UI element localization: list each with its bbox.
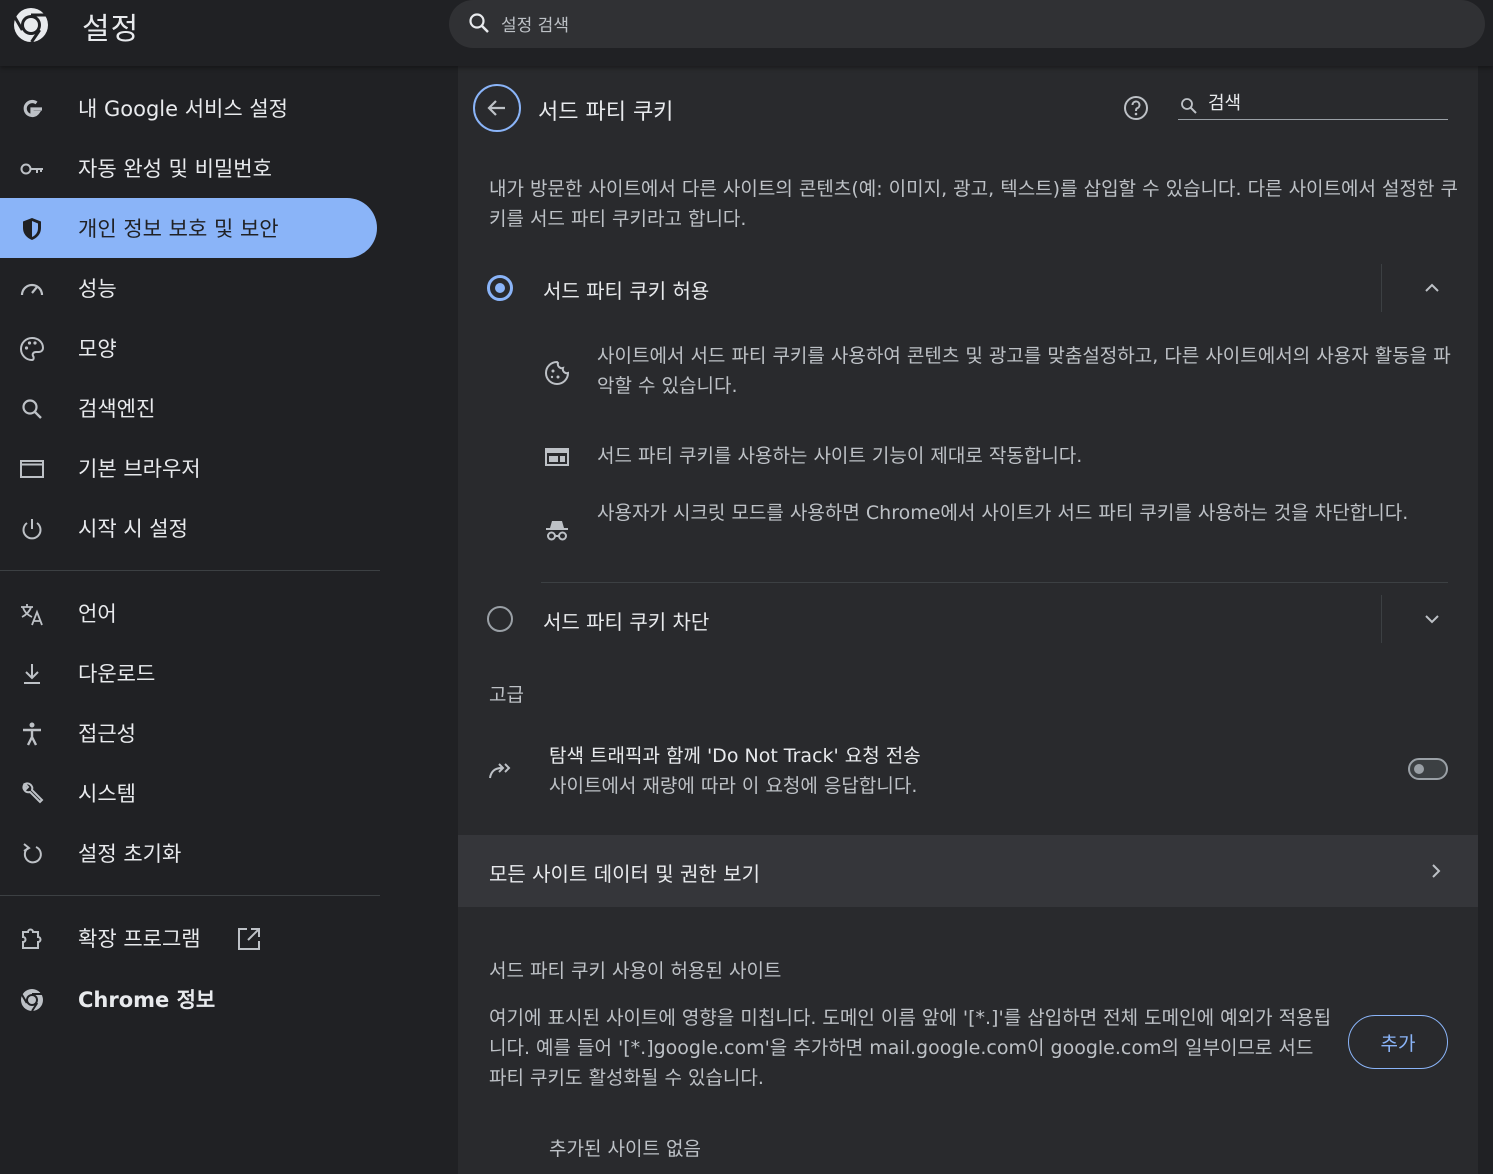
allowed-sites-heading: 서드 파티 쿠키 사용이 허용된 사이트 <box>489 960 782 982</box>
search-icon <box>469 13 489 33</box>
chrome-logo-icon <box>13 8 48 43</box>
allow-detail-text: 사이트에서 서드 파티 쿠키를 사용하여 콘텐츠 및 광고를 맞춤설정하고, 다… <box>597 345 1451 397</box>
incognito-icon <box>546 521 568 541</box>
download-icon <box>24 664 40 684</box>
sidebar-item-label: 내 Google 서비스 설정 <box>78 97 288 121</box>
sidebar-divider <box>0 895 380 896</box>
sidebar-item-accessibility[interactable]: 접근성 <box>0 703 377 763</box>
sidebar-item-google-services[interactable]: 내 Google 서비스 설정 <box>0 78 377 138</box>
sidebar-item-downloads[interactable]: 다운로드 <box>0 643 377 703</box>
wrench-icon <box>22 782 44 804</box>
subpage-search[interactable] <box>1178 86 1448 120</box>
key-icon <box>20 163 43 175</box>
palette-icon <box>20 336 45 362</box>
browser-window-icon <box>20 460 44 478</box>
power-icon <box>22 519 42 540</box>
add-site-button[interactable]: 추가 <box>1348 1015 1448 1069</box>
block-third-party-cookies-label[interactable]: 서드 파티 쿠키 차단 <box>543 606 709 635</box>
sidebar-item-label: 설정 초기화 <box>78 842 182 866</box>
cookie-icon <box>545 360 570 385</box>
sidebar-item-extensions[interactable]: 확장 프로그램 <box>0 908 377 968</box>
google-icon <box>23 99 42 118</box>
all-site-data-label: 모든 사이트 데이터 및 권한 보기 <box>489 862 760 886</box>
help-icon[interactable] <box>1123 95 1149 121</box>
sidebar-item-on-startup[interactable]: 시작 시 설정 <box>0 498 377 558</box>
do-not-track-toggle[interactable] <box>1408 758 1448 780</box>
sidebar: 내 Google 서비스 설정 자동 완성 및 비밀번호 개인 정보 보호 및 … <box>0 66 380 1174</box>
sidebar-item-label: 접근성 <box>78 722 136 746</box>
chevron-right-icon <box>1432 864 1441 878</box>
subpage-search-input[interactable] <box>1208 90 1438 116</box>
sidebar-item-autofill[interactable]: 자동 완성 및 비밀번호 <box>0 138 377 198</box>
sidebar-item-reset-settings[interactable]: 설정 초기화 <box>0 823 377 883</box>
web-feature-icon <box>545 448 569 466</box>
chrome-icon <box>20 989 43 1012</box>
sidebar-item-system[interactable]: 시스템 <box>0 763 377 823</box>
search-icon <box>1181 98 1197 114</box>
search-icon <box>22 399 42 419</box>
sidebar-item-label: Chrome 정보 <box>78 988 216 1012</box>
arrow-back-icon <box>487 100 505 116</box>
sidebar-item-performance[interactable]: 성능 <box>0 258 377 318</box>
external-link-icon <box>238 928 260 950</box>
chevron-up-icon[interactable] <box>1420 276 1444 300</box>
sidebar-item-label: 기본 브라우저 <box>78 457 201 481</box>
translate-icon <box>21 604 43 626</box>
all-site-data-link[interactable]: 모든 사이트 데이터 및 권한 보기 <box>458 835 1478 907</box>
chevron-down-icon[interactable] <box>1420 607 1444 631</box>
speedometer-icon <box>20 283 44 296</box>
sidebar-item-label: 개인 정보 보호 및 보안 <box>78 217 279 241</box>
do-not-track-title: 탐색 트래픽과 함께 'Do Not Track' 요청 전송 <box>549 745 921 767</box>
top-bar: 설정 설정 검색 <box>0 0 1493 66</box>
option-divider <box>1381 264 1382 312</box>
page-description: 내가 방문한 사이트에서 다른 사이트의 콘텐츠(예: 이미지, 광고, 텍스트… <box>489 178 1458 230</box>
sidebar-item-label: 다운로드 <box>78 662 156 686</box>
sidebar-item-languages[interactable]: 언어 <box>0 583 377 643</box>
option-divider <box>1381 595 1382 643</box>
sidebar-item-label: 시스템 <box>78 782 136 806</box>
allow-detail-text: 사용자가 시크릿 모드를 사용하면 Chrome에서 사이트가 서드 파티 쿠키… <box>597 502 1409 524</box>
sidebar-item-search-engine[interactable]: 검색엔진 <box>0 378 377 438</box>
sidebar-item-label: 언어 <box>78 602 117 626</box>
forward-arrows-icon <box>489 763 511 779</box>
sidebar-item-privacy[interactable]: 개인 정보 보호 및 보안 <box>0 198 377 258</box>
settings-main-panel: 서드 파티 쿠키 내가 방문한 사이트에서 다른 사이트의 콘텐츠(예: 이미지… <box>458 66 1478 1174</box>
sidebar-item-label: 검색엔진 <box>78 397 156 421</box>
puzzle-icon <box>22 928 42 949</box>
sidebar-item-label: 확장 프로그램 <box>78 927 201 951</box>
reset-icon <box>23 843 42 864</box>
shield-icon <box>23 218 41 240</box>
option-separator <box>541 582 1448 583</box>
block-third-party-cookies-radio[interactable] <box>487 606 513 632</box>
page-title: 서드 파티 쿠키 <box>538 100 674 125</box>
back-button[interactable] <box>473 84 521 132</box>
do-not-track-subtitle: 사이트에서 재량에 따라 이 요청에 응답합니다. <box>549 775 918 797</box>
sidebar-item-label: 모양 <box>78 337 117 361</box>
accessibility-icon <box>23 722 41 746</box>
sidebar-divider <box>0 570 380 571</box>
sidebar-item-appearance[interactable]: 모양 <box>0 318 377 378</box>
allowed-sites-description: 여기에 표시된 사이트에 영향을 미칩니다. 도메인 이름 앞에 '[*.]'를… <box>489 1007 1332 1089</box>
allow-detail-text: 서드 파티 쿠키를 사용하는 사이트 기능이 제대로 작동합니다. <box>597 445 1083 467</box>
app-title: 설정 <box>82 12 140 47</box>
advanced-section-label: 고급 <box>489 684 524 706</box>
sidebar-item-label: 시작 시 설정 <box>78 517 188 541</box>
no-sites-text: 추가된 사이트 없음 <box>549 1138 701 1160</box>
settings-search-input[interactable]: 설정 검색 <box>449 0 1485 48</box>
search-placeholder: 설정 검색 <box>501 16 569 36</box>
sidebar-item-label: 자동 완성 및 비밀번호 <box>78 157 272 181</box>
allow-third-party-cookies-label[interactable]: 서드 파티 쿠키 허용 <box>543 275 709 304</box>
sidebar-item-about-chrome[interactable]: Chrome 정보 <box>0 969 377 1029</box>
allow-third-party-cookies-radio[interactable] <box>487 275 513 301</box>
sidebar-item-label: 성능 <box>78 277 117 301</box>
sidebar-item-default-browser[interactable]: 기본 브라우저 <box>0 438 377 498</box>
